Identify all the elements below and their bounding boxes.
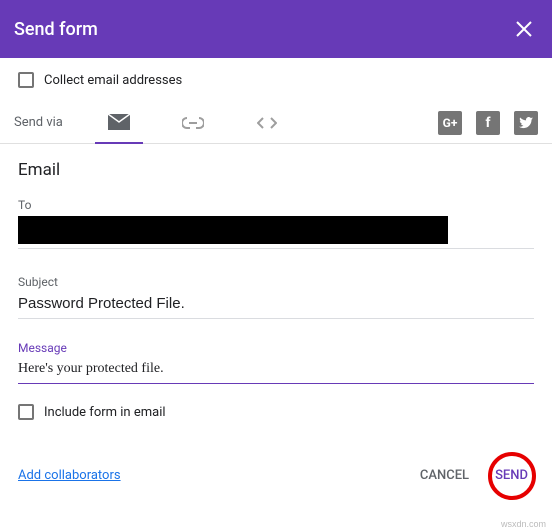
embed-icon (257, 117, 277, 129)
collect-emails-row: Collect email addresses (0, 58, 552, 102)
link-icon (182, 117, 204, 129)
send-button-label: SEND (495, 468, 528, 483)
message-label: Message (18, 341, 534, 355)
to-label: To (18, 198, 534, 212)
include-form-checkbox[interactable] (18, 404, 34, 420)
share-twitter-icon[interactable] (514, 111, 538, 135)
email-body: Email To Subject Message Include form in… (0, 144, 552, 420)
footer-buttons: CANCEL SEND (416, 458, 534, 493)
dialog-header: Send form (0, 0, 552, 58)
share-googleplus-icon[interactable]: G+ (438, 111, 462, 135)
tab-embed[interactable] (243, 102, 291, 144)
include-form-row: Include form in email (18, 404, 534, 420)
watermark: wsxdn.com (501, 519, 546, 529)
social-share-group: G+ f (438, 111, 538, 135)
to-field-wrap (18, 216, 534, 249)
to-input[interactable] (18, 216, 448, 244)
cancel-button[interactable]: CANCEL (416, 460, 473, 491)
close-icon[interactable] (516, 21, 532, 37)
send-button[interactable]: SEND (489, 458, 534, 493)
dialog-title: Send form (14, 19, 98, 40)
message-input[interactable] (18, 359, 534, 384)
collect-emails-checkbox[interactable] (18, 72, 34, 88)
section-title: Email (18, 160, 534, 180)
collect-emails-label: Collect email addresses (44, 73, 182, 88)
send-via-row: Send via G+ f (0, 102, 552, 144)
share-facebook-icon[interactable]: f (476, 111, 500, 135)
include-form-label: Include form in email (44, 405, 166, 420)
tab-link[interactable] (169, 102, 217, 144)
mail-icon (108, 114, 130, 130)
tab-email[interactable] (95, 102, 143, 144)
add-collaborators-link[interactable]: Add collaborators (18, 468, 121, 483)
dialog-footer: Add collaborators CANCEL SEND (0, 458, 552, 507)
subject-input[interactable] (18, 293, 534, 319)
send-via-label: Send via (14, 115, 63, 130)
subject-label: Subject (18, 275, 534, 289)
